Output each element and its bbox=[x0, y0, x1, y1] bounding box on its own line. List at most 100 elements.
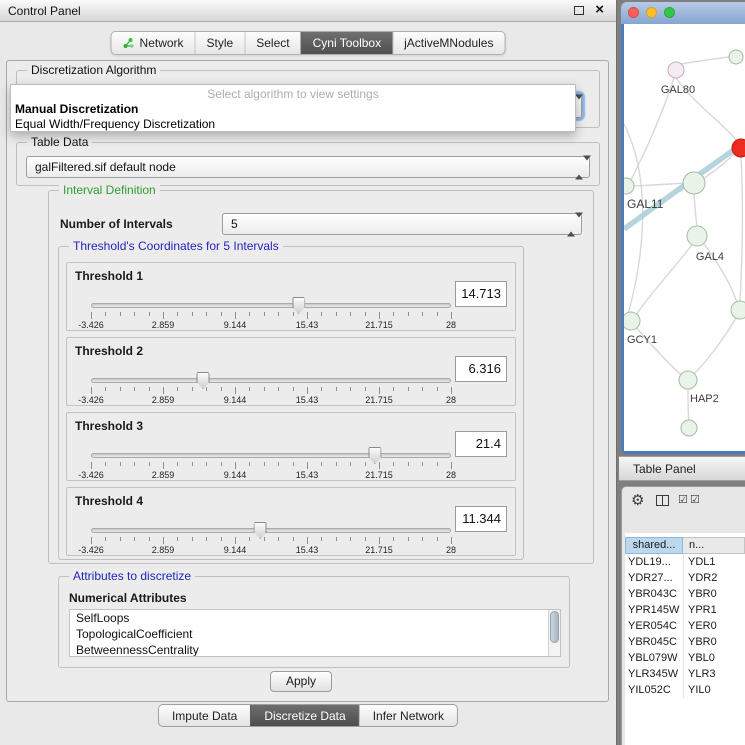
stepper-icon[interactable] bbox=[567, 218, 576, 231]
table-cell[interactable]: YIL052C bbox=[625, 682, 683, 698]
table-row[interactable]: YDR27... YDR2 bbox=[625, 570, 745, 586]
table-cell[interactable]: YDR2 bbox=[683, 570, 745, 586]
network-node[interactable] bbox=[729, 50, 743, 64]
table-cell[interactable]: YDL1 bbox=[683, 554, 745, 570]
list-item[interactable]: TopologicalCoefficient bbox=[70, 626, 560, 642]
table-row[interactable]: YBR045C YBR0 bbox=[625, 634, 745, 650]
tab-infer-network[interactable]: Infer Network bbox=[359, 705, 457, 726]
attributes-list-scrollbar[interactable] bbox=[548, 610, 560, 656]
network-node[interactable] bbox=[681, 420, 697, 436]
table-cell[interactable]: YBR043C bbox=[625, 586, 683, 602]
node-label: GCY1 bbox=[627, 334, 657, 346]
zoom-button[interactable] bbox=[664, 7, 675, 18]
tick-label: 2.859 bbox=[152, 395, 175, 405]
threshold-3-label: Threshold 3 bbox=[75, 419, 143, 433]
tick-label: 2.859 bbox=[152, 470, 175, 480]
tab-style[interactable]: Style bbox=[195, 32, 245, 54]
select-none-icon[interactable]: ☑ bbox=[690, 493, 700, 506]
table-row[interactable]: YPR145W YPR1 bbox=[625, 602, 745, 618]
table-window: ⚙ ☑ ☑ shared... n... YDL19... YDL1 YDR27… bbox=[621, 486, 745, 745]
column-header-name[interactable]: n... bbox=[683, 537, 745, 554]
threshold-3-slider[interactable] bbox=[91, 453, 451, 458]
network-node[interactable] bbox=[624, 178, 634, 194]
tick-label: 2.859 bbox=[152, 545, 175, 555]
slider-ticks bbox=[91, 462, 451, 470]
tick-label: 9.144 bbox=[224, 320, 247, 330]
close-icon[interactable]: × bbox=[595, 1, 604, 18]
table-row[interactable]: YIL052C YIL0 bbox=[625, 682, 745, 698]
network-node-selected[interactable] bbox=[732, 139, 745, 157]
threshold-3-panel: Threshold 3 -3.426 2.859 9.144 15.43 21.… bbox=[66, 412, 516, 481]
network-icon bbox=[123, 37, 135, 49]
gear-icon[interactable]: ⚙ bbox=[631, 491, 644, 509]
tick-label: 28 bbox=[446, 395, 456, 405]
table-cell[interactable]: YBR045C bbox=[625, 634, 683, 650]
network-canvas[interactable]: GAL80 GAL11 GAL4 GCY1 HAP2 bbox=[624, 24, 745, 451]
float-window-icon[interactable] bbox=[574, 6, 584, 15]
tick-label: 21.715 bbox=[365, 470, 393, 480]
minimize-button[interactable] bbox=[646, 7, 657, 18]
network-node[interactable] bbox=[624, 312, 640, 330]
close-button[interactable] bbox=[628, 7, 639, 18]
list-item[interactable]: SelfLoops bbox=[70, 610, 560, 626]
panel-title: Control Panel bbox=[8, 4, 81, 18]
tab-select[interactable]: Select bbox=[244, 32, 300, 54]
table-cell[interactable]: YDL19... bbox=[625, 554, 683, 570]
dropdown-item-equal-width-frequency[interactable]: Equal Width/Frequency Discretization bbox=[11, 116, 575, 131]
table-row[interactable]: YER054C YER0 bbox=[625, 618, 745, 634]
table-cell[interactable]: YLR3 bbox=[683, 666, 745, 682]
slider-tick-labels: -3.426 2.859 9.144 15.43 21.715 28 bbox=[91, 545, 451, 555]
table-cell[interactable]: YDR27... bbox=[625, 570, 683, 586]
table-row[interactable]: YBR043C YBR0 bbox=[625, 586, 745, 602]
table-cell[interactable]: YER0 bbox=[683, 618, 745, 634]
apply-button[interactable]: Apply bbox=[270, 671, 332, 692]
column-header-shared-name[interactable]: shared... bbox=[625, 537, 683, 554]
table-cell[interactable]: YBL079W bbox=[625, 650, 683, 666]
tab-network[interactable]: Network bbox=[112, 32, 195, 54]
select-all-icon[interactable]: ☑ bbox=[678, 493, 688, 506]
tab-discretize-data[interactable]: Discretize Data bbox=[250, 705, 358, 726]
network-node[interactable] bbox=[668, 62, 684, 78]
scrollbar-thumb[interactable] bbox=[550, 611, 559, 643]
threshold-3-value[interactable]: 21.4 bbox=[455, 431, 507, 457]
table-data-select[interactable]: galFiltered.sif default node bbox=[26, 156, 590, 178]
table-cell[interactable]: YBR0 bbox=[683, 586, 745, 602]
table-cell[interactable]: YBR0 bbox=[683, 634, 745, 650]
tick-label: -3.426 bbox=[78, 320, 104, 330]
network-node[interactable] bbox=[683, 172, 705, 194]
tick-label: 15.43 bbox=[296, 395, 319, 405]
tick-label: 15.43 bbox=[296, 320, 319, 330]
columns-icon[interactable] bbox=[656, 495, 669, 506]
table-row[interactable]: YBL079W YBL0 bbox=[625, 650, 745, 666]
table-cell[interactable]: YLR345W bbox=[625, 666, 683, 682]
num-intervals-select[interactable]: 5 bbox=[222, 213, 582, 235]
table-cell[interactable]: YPR1 bbox=[683, 602, 745, 618]
threshold-4-slider[interactable] bbox=[91, 528, 451, 533]
threshold-4-value[interactable]: 11.344 bbox=[455, 506, 507, 532]
table-cell[interactable]: YIL0 bbox=[683, 682, 745, 698]
node-table: shared... n... YDL19... YDL1 YDR27... YD… bbox=[625, 533, 745, 745]
table-cell[interactable]: YPR145W bbox=[625, 602, 683, 618]
threshold-2-slider[interactable] bbox=[91, 378, 451, 383]
threshold-2-value[interactable]: 6.316 bbox=[455, 356, 507, 382]
table-cell[interactable]: YER054C bbox=[625, 618, 683, 634]
table-cell[interactable]: YBL0 bbox=[683, 650, 745, 666]
tab-cyni-toolbox[interactable]: Cyni Toolbox bbox=[301, 32, 392, 54]
tick-label: 28 bbox=[446, 320, 456, 330]
tab-jactivemnodules[interactable]: jActiveMNodules bbox=[392, 32, 504, 54]
dropdown-item-manual-discretization[interactable]: Manual Discretization bbox=[11, 101, 575, 116]
network-node[interactable] bbox=[679, 371, 697, 389]
tab-impute-data[interactable]: Impute Data bbox=[159, 705, 250, 726]
threshold-1-value[interactable]: 14.713 bbox=[455, 281, 507, 307]
network-node[interactable] bbox=[687, 226, 707, 246]
threshold-1-slider[interactable] bbox=[91, 303, 451, 308]
slider-ticks bbox=[91, 312, 451, 320]
interval-definition-title: Interval Definition bbox=[59, 183, 160, 197]
network-node[interactable] bbox=[731, 301, 745, 319]
network-edges bbox=[624, 57, 743, 421]
table-row[interactable]: YDL19... YDL1 bbox=[625, 554, 745, 570]
list-item[interactable]: BetweennessCentrality bbox=[70, 642, 560, 657]
table-row[interactable]: YLR345W YLR3 bbox=[625, 666, 745, 682]
stepper-icon[interactable] bbox=[575, 161, 584, 174]
tab-label: Cyni Toolbox bbox=[313, 36, 381, 50]
